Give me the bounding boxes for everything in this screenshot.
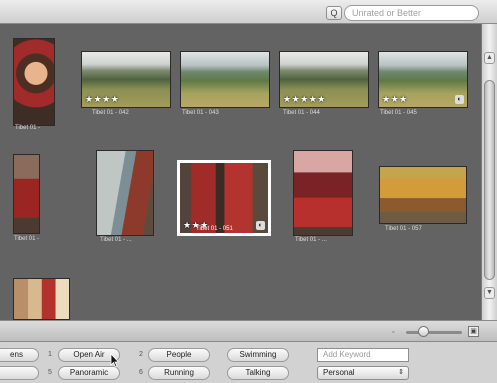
photo-caption: Tibet 01 - 042 <box>92 110 129 116</box>
photo-caption: Tibet 01 - ... <box>100 237 132 243</box>
keyword-shortcut-key: 2 <box>139 351 143 358</box>
scrollbar-thumb[interactable] <box>484 80 495 280</box>
keyword-button[interactable]: ens <box>0 348 39 362</box>
photo-thumbnail[interactable]: ★★★ ◐ <box>378 51 468 108</box>
rating-stars: ★★★ <box>382 94 408 104</box>
photo-thumbnail[interactable] <box>379 166 467 224</box>
keyword-button[interactable]: Swimming <box>227 348 289 362</box>
photo-caption: Tibet 01 - 057 <box>385 226 422 232</box>
photo-caption: Tibet 01 - <box>14 236 40 242</box>
photo-thumbnail[interactable] <box>293 150 353 236</box>
zoom-slider-knob[interactable] <box>417 326 429 337</box>
photo-thumbnail[interactable] <box>13 154 40 234</box>
photo-caption: Tibet 01 - <box>15 125 41 131</box>
photo-caption: Tibet 01 - 044 <box>283 110 320 116</box>
keyword-button[interactable]: Talking <box>227 366 289 380</box>
photo-thumbnail[interactable]: ★★★★ <box>81 51 171 108</box>
photo-thumbnail[interactable] <box>180 51 270 108</box>
scroll-up-arrow-icon[interactable]: ▲ <box>484 52 495 64</box>
photo-caption: Tibet 01 - 051 <box>196 226 233 232</box>
keyword-set-select[interactable]: Personal ⇕ <box>317 366 409 380</box>
photo-thumbnail[interactable] <box>13 278 70 320</box>
photo-thumbnail[interactable]: ★★★★★ <box>279 51 369 108</box>
adjusted-badge-icon: ◐ <box>455 95 464 104</box>
photo-thumbnail-selected[interactable]: ★★★ ◐ <box>177 160 271 236</box>
photo-thumbnail[interactable] <box>96 150 154 236</box>
photo-caption: Tibet 01 - 045 <box>380 110 417 116</box>
search-field[interactable]: Unrated or Better <box>344 5 479 21</box>
popup-arrows-icon: ⇕ <box>398 369 404 376</box>
photo-browser: Tibet 01 - ★★★★ Tibet 01 - 042 Tibet 01 … <box>0 24 481 320</box>
mouse-pointer-icon <box>110 353 120 368</box>
adjusted-badge-icon: ◐ <box>256 221 265 230</box>
rating-stars: ★★★★ <box>85 94 120 104</box>
keyword-button[interactable] <box>0 366 39 380</box>
keyword-button[interactable]: People <box>148 348 210 362</box>
keyword-button[interactable]: Panoramic <box>58 366 120 380</box>
photo-thumbnail[interactable] <box>13 38 55 126</box>
keyword-set-value: Personal <box>323 368 355 377</box>
vertical-scrollbar[interactable]: ▲ ▼ <box>481 24 497 320</box>
zoom-small-icon: ◦ <box>392 329 395 336</box>
scroll-down-arrow-icon[interactable]: ▼ <box>484 287 495 299</box>
keyword-shortcut-key: 6 <box>139 369 143 376</box>
keyword-button[interactable]: Running <box>148 366 210 380</box>
add-keyword-field[interactable]: Add Keyword <box>317 348 409 362</box>
photo-caption: Tibet 01 - ... <box>295 237 327 243</box>
rating-stars: ★★★★★ <box>283 94 326 104</box>
photo-caption: Tibet 01 - 043 <box>182 110 219 116</box>
browser-status-bar: ◦ ▣ <box>0 320 497 342</box>
top-toolbar: Q Unrated or Better <box>0 0 497 24</box>
zoom-large-icon: ▣ <box>468 326 479 337</box>
zoom-slider[interactable] <box>406 331 462 334</box>
keyword-shortcut-key: 5 <box>48 369 52 376</box>
keyword-shortcut-key: 1 <box>48 351 52 358</box>
search-filter-button[interactable]: Q <box>326 6 342 20</box>
